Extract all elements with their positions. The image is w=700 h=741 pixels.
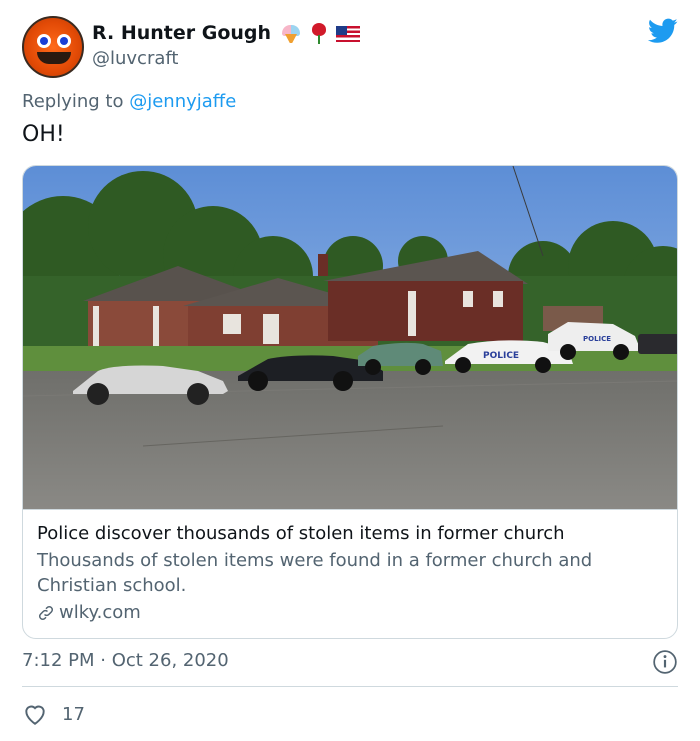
card-domain-text[interactable]: wlky.com xyxy=(59,602,141,623)
card-title[interactable]: Police discover thousands of stolen item… xyxy=(37,522,665,546)
rose-icon xyxy=(308,22,330,44)
like-count: 17 xyxy=(62,703,85,725)
ice-cream-icon xyxy=(280,22,302,44)
avatar[interactable] xyxy=(22,16,84,78)
avatar-eye-right xyxy=(57,34,71,48)
author-name[interactable]: R. Hunter Gough xyxy=(92,22,271,44)
like-button[interactable]: 17 xyxy=(22,702,85,726)
card-domain[interactable]: wlky.com xyxy=(37,602,665,623)
card-body[interactable]: Police discover thousands of stolen item… xyxy=(23,509,677,635)
heart-icon[interactable] xyxy=(22,702,48,726)
tweet-text: OH! xyxy=(22,122,65,147)
us-flag-icon xyxy=(336,26,360,42)
twitter-bird-icon[interactable] xyxy=(648,18,678,44)
divider xyxy=(22,686,678,687)
card-photo: POLICE POLICE xyxy=(23,166,677,509)
replying-to-label: Replying to xyxy=(22,91,124,112)
link-card[interactable]: POLICE POLICE Police discover thousands … xyxy=(22,165,678,639)
card-description: Thousands of stolen items were found in … xyxy=(37,550,593,596)
link-icon xyxy=(38,605,54,620)
avatar-mouth xyxy=(37,52,71,64)
author-handle[interactable]: @luvcraft xyxy=(92,48,178,69)
police-truck-text: POLICE xyxy=(583,335,611,343)
info-icon[interactable] xyxy=(652,649,678,675)
name-emojis xyxy=(280,22,360,44)
avatar-eye-left xyxy=(37,34,51,48)
reply-mention-link[interactable]: @jennyjaffe xyxy=(129,91,236,112)
police-car-text: POLICE xyxy=(483,351,519,361)
replying-to: Replying to @jennyjaffe xyxy=(22,91,236,112)
tweet-timestamp[interactable]: 7:12 PM · Oct 26, 2020 xyxy=(22,650,229,671)
card-image[interactable]: POLICE POLICE xyxy=(23,166,677,509)
